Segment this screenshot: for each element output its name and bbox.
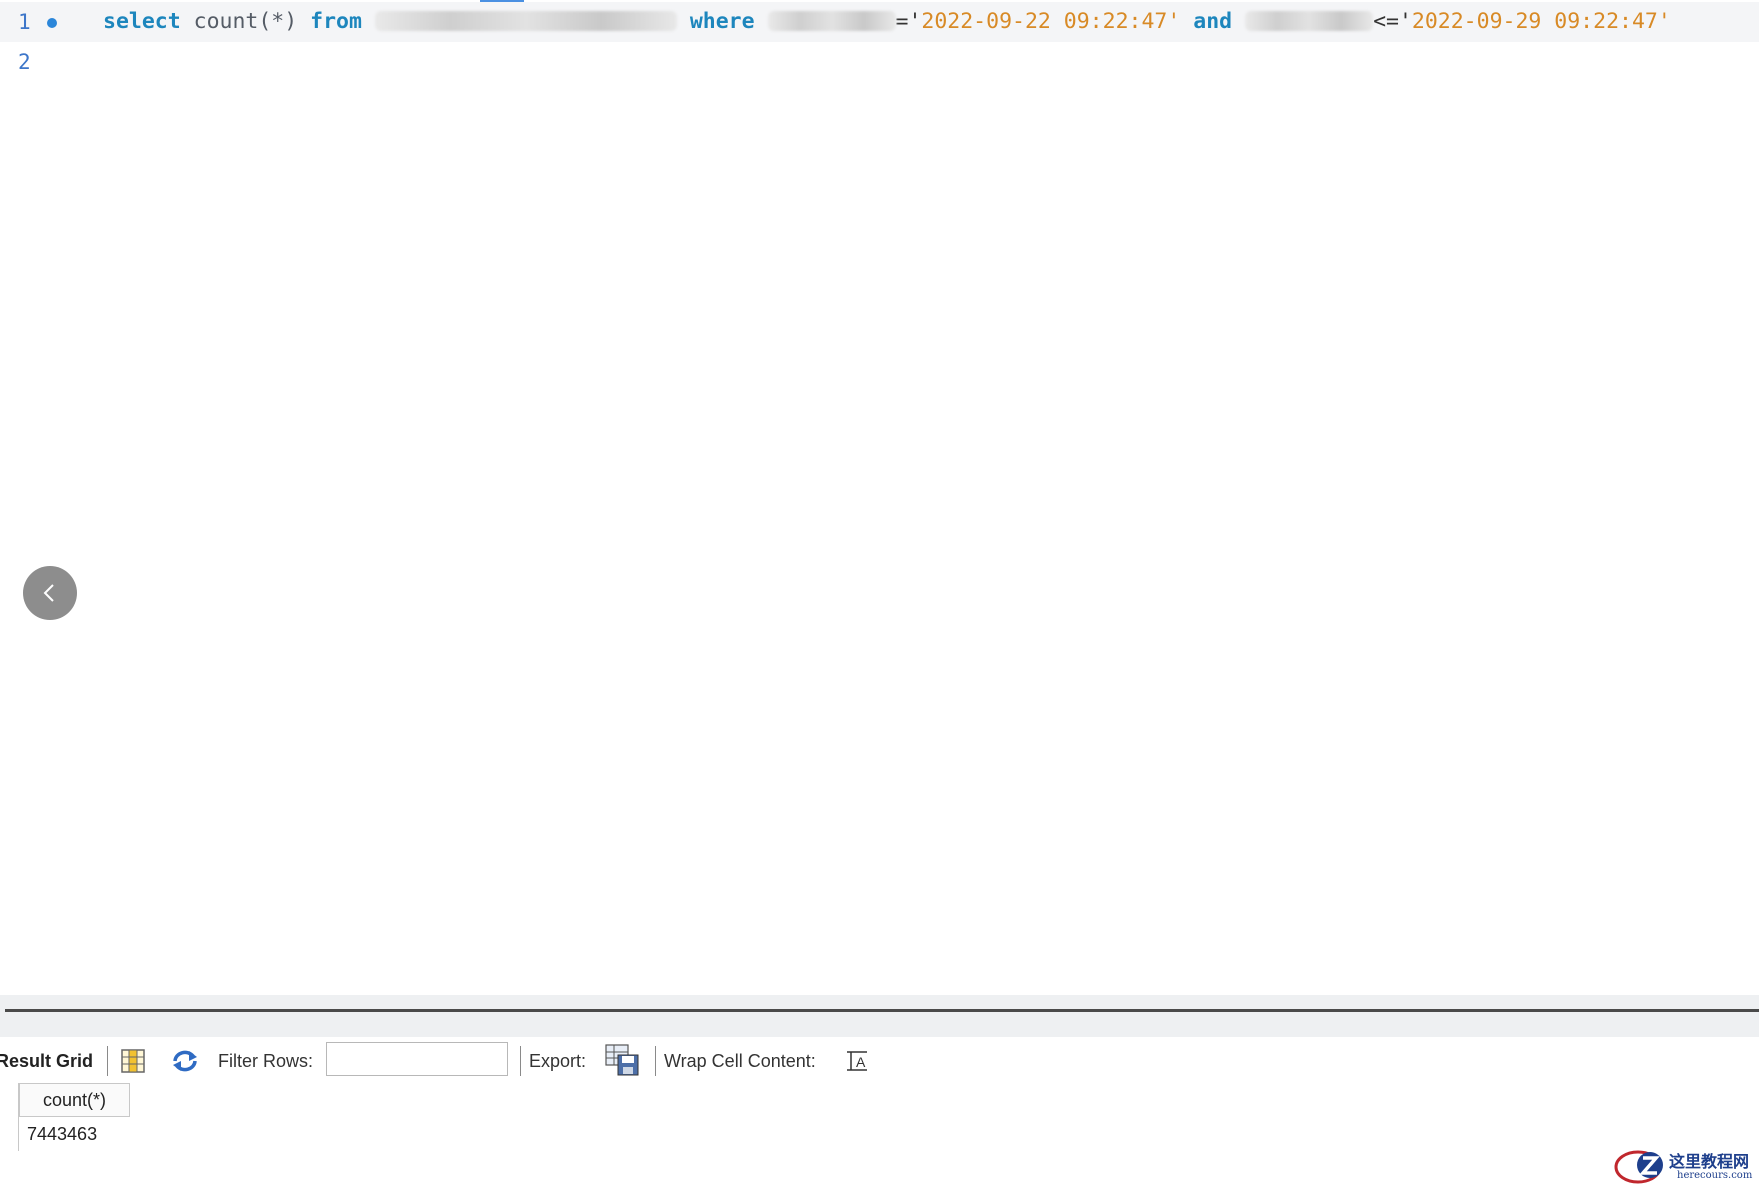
wrap-cell-content-label: Wrap Cell Content: [664, 1051, 816, 1071]
string-quote: ' [1657, 9, 1671, 34]
bullet-icon [47, 18, 57, 28]
result-toolbar: Result Grid Filter Rows: Export: Wrap Ce… [0, 1040, 1759, 1082]
export-save-icon[interactable] [605, 1044, 641, 1081]
keyword-select: select [103, 9, 181, 34]
watermark-title: 这里教程网 [1669, 1152, 1750, 1171]
toolbar-separator [107, 1046, 108, 1076]
operator-le: <=' [1373, 9, 1412, 34]
string-quote: ' [1167, 9, 1181, 34]
grid-cell[interactable]: 7443463 [19, 1117, 130, 1151]
function-count: count(*) [193, 9, 298, 34]
watermark-subtitle: herecours.com [1677, 1170, 1753, 1181]
svg-text:A: A [856, 1054, 866, 1070]
export-label: Export: [529, 1051, 587, 1071]
filter-rows-input[interactable] [326, 1042, 508, 1076]
sql-editor[interactable]: 1 select count(*) from where ='2022-09-2… [0, 0, 1759, 995]
chevron-left-icon [43, 584, 54, 602]
watermark-logo: 这里教程网 herecours.com [1612, 1145, 1757, 1189]
sql-statement[interactable]: select count(*) from where ='2022-09-22 … [103, 11, 1671, 33]
line-number: 1 [18, 10, 31, 34]
redacted-table-name [374, 11, 677, 31]
string-date-start: 2022-09-22 09:22:47 [921, 9, 1168, 34]
editor-line-1[interactable]: 1 select count(*) from where ='2022-09-2… [0, 2, 1759, 42]
redacted-column-name [1245, 11, 1374, 31]
wrap-text-icon[interactable]: A [845, 1049, 869, 1078]
previous-button[interactable] [23, 566, 77, 620]
filter-rows-label: Filter Rows: [218, 1051, 314, 1071]
splitter-divider [5, 1009, 1759, 1012]
toolbar-separator [655, 1046, 656, 1076]
column-toggle-icon[interactable] [120, 1048, 146, 1079]
operator-ge: =' [895, 9, 922, 34]
panel-splitter[interactable] [0, 995, 1759, 1037]
row-header[interactable] [0, 1083, 19, 1151]
keyword-where: where [689, 9, 755, 34]
column-header[interactable]: count(*) [19, 1083, 130, 1117]
result-grid-tab[interactable]: Result Grid [0, 1051, 93, 1072]
editor-line-2[interactable]: 2 [0, 42, 1759, 82]
refresh-icon[interactable] [170, 1048, 200, 1079]
line-number: 2 [18, 50, 31, 74]
keyword-and: and [1193, 9, 1233, 34]
string-date-end: 2022-09-29 09:22:47 [1411, 9, 1658, 34]
keyword-from: from [310, 9, 362, 34]
redacted-column-name [767, 11, 896, 31]
logo-icon [1614, 1150, 1663, 1184]
toolbar-separator [520, 1046, 521, 1076]
